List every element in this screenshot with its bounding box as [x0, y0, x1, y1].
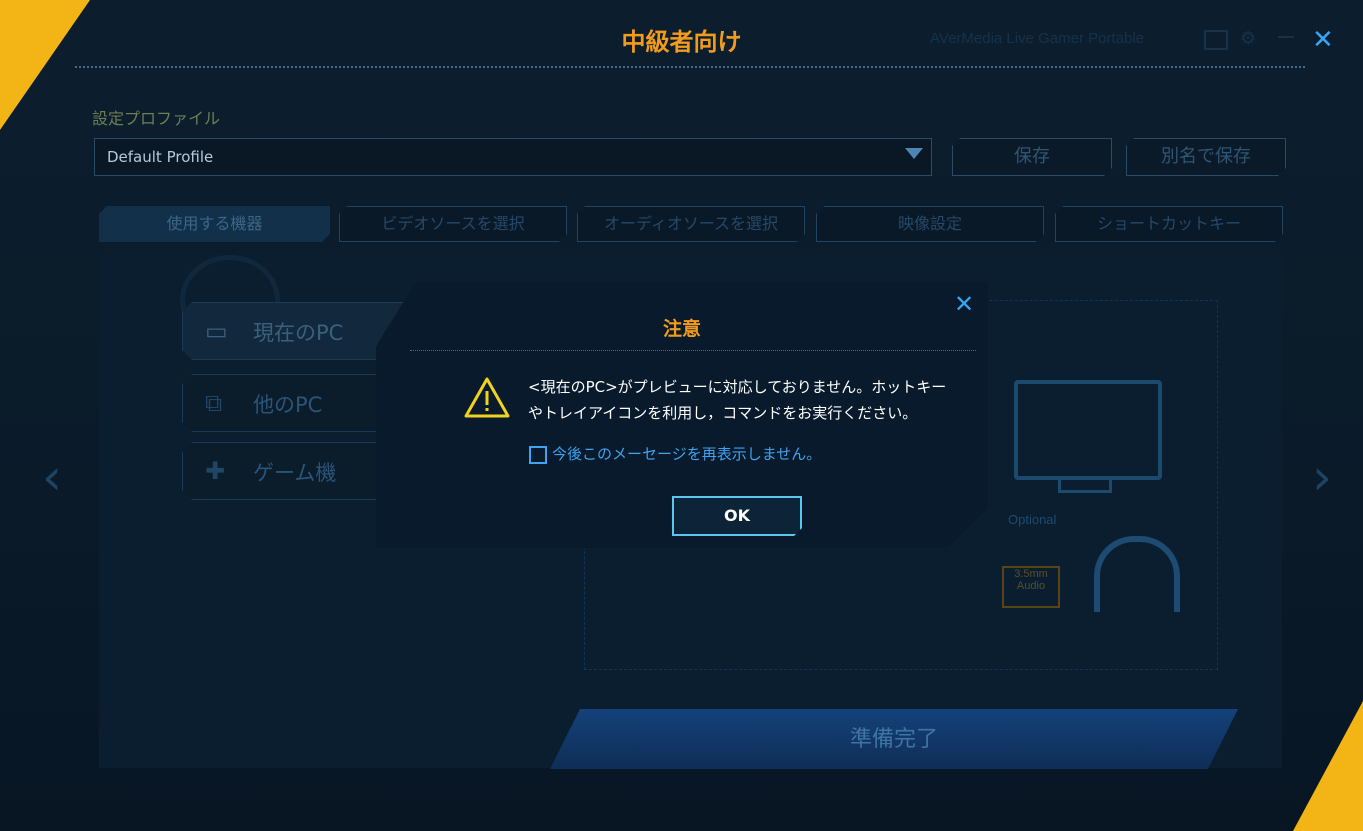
gamepad-icon: ✚	[205, 457, 226, 485]
audio-label-2: Audio	[1016, 580, 1046, 592]
tab-video-settings[interactable]: 映像設定	[816, 206, 1044, 242]
title-divider	[75, 66, 1305, 68]
minimize-icon[interactable]	[1278, 36, 1294, 38]
audio-jack-box: 3.5mm Audio	[1002, 566, 1060, 608]
gear-icon[interactable]: ⚙	[1240, 28, 1256, 49]
optional-label: Optional	[1008, 512, 1057, 527]
device-item-current-pc[interactable]: ▭ 現在のPC	[182, 302, 406, 360]
audio-label-1: 3.5mm	[1014, 568, 1048, 580]
dialog-title: 注意	[662, 318, 701, 340]
ready-button[interactable]: 準備完了	[550, 709, 1238, 769]
close-icon[interactable]: ✕	[1312, 25, 1334, 55]
save-as-button[interactable]: 別名で保存	[1126, 138, 1286, 176]
diagram-monitor-icon	[1014, 380, 1162, 480]
device-label: ゲーム機	[253, 461, 337, 485]
tab-video-source[interactable]: ビデオソースを選択	[339, 206, 567, 242]
ok-button[interactable]: OK	[672, 496, 802, 536]
tab-audio-source[interactable]: オーディオソースを選択	[577, 206, 805, 242]
app-name: AVerMedia Live Gamer Portable	[930, 30, 1144, 47]
corner-accent-bottom-right	[1293, 701, 1363, 831]
chevron-left-icon[interactable]: ‹	[42, 448, 62, 506]
dialog-message-line-1: <現在のPC>がプレビューに対応しておりません。ホットキー	[528, 378, 947, 396]
dialog-divider	[410, 350, 976, 351]
device-label: 現在のPC	[253, 321, 344, 345]
device-label: 他のPC	[253, 393, 323, 417]
window-title: 中級者向け	[621, 28, 742, 56]
warning-dialog: 注意 ✕ <現在のPC>がプレビューに対応しておりません。ホットキー やトレイア…	[376, 282, 988, 548]
tab-devices[interactable]: 使用する機器	[99, 206, 330, 242]
dialog-message-line-2: やトレイアイコンを利用し，コマンドをお実行ください。	[528, 404, 918, 422]
chevron-down-icon[interactable]	[905, 148, 923, 159]
dual-monitor-icon: ⧉	[205, 389, 223, 417]
dont-show-again-checkbox[interactable]	[529, 446, 547, 464]
save-button[interactable]: 保存	[952, 138, 1112, 176]
chevron-right-icon[interactable]: ›	[1312, 448, 1332, 506]
diagram-monitor-stand	[1058, 476, 1112, 493]
profile-selected-value: Default Profile	[107, 148, 214, 166]
close-icon[interactable]: ✕	[954, 290, 974, 318]
monitor-icon: ▭	[205, 317, 228, 345]
corner-accent-top-left	[0, 0, 90, 130]
device-item-other-pc[interactable]: ⧉ 他のPC	[182, 374, 406, 432]
headphones-icon	[1094, 536, 1180, 612]
screen-icon[interactable]	[1204, 30, 1228, 50]
warning-icon	[464, 376, 510, 418]
dont-show-again-label[interactable]: 今後このメーセージを再表示しません。	[552, 443, 821, 464]
tab-shortcut-keys[interactable]: ショートカットキー	[1055, 206, 1283, 242]
profile-label: 設定プロファイル	[92, 109, 221, 128]
device-item-game-console[interactable]: ✚ ゲーム機	[182, 442, 406, 500]
profile-dropdown[interactable]: Default Profile	[94, 138, 932, 176]
